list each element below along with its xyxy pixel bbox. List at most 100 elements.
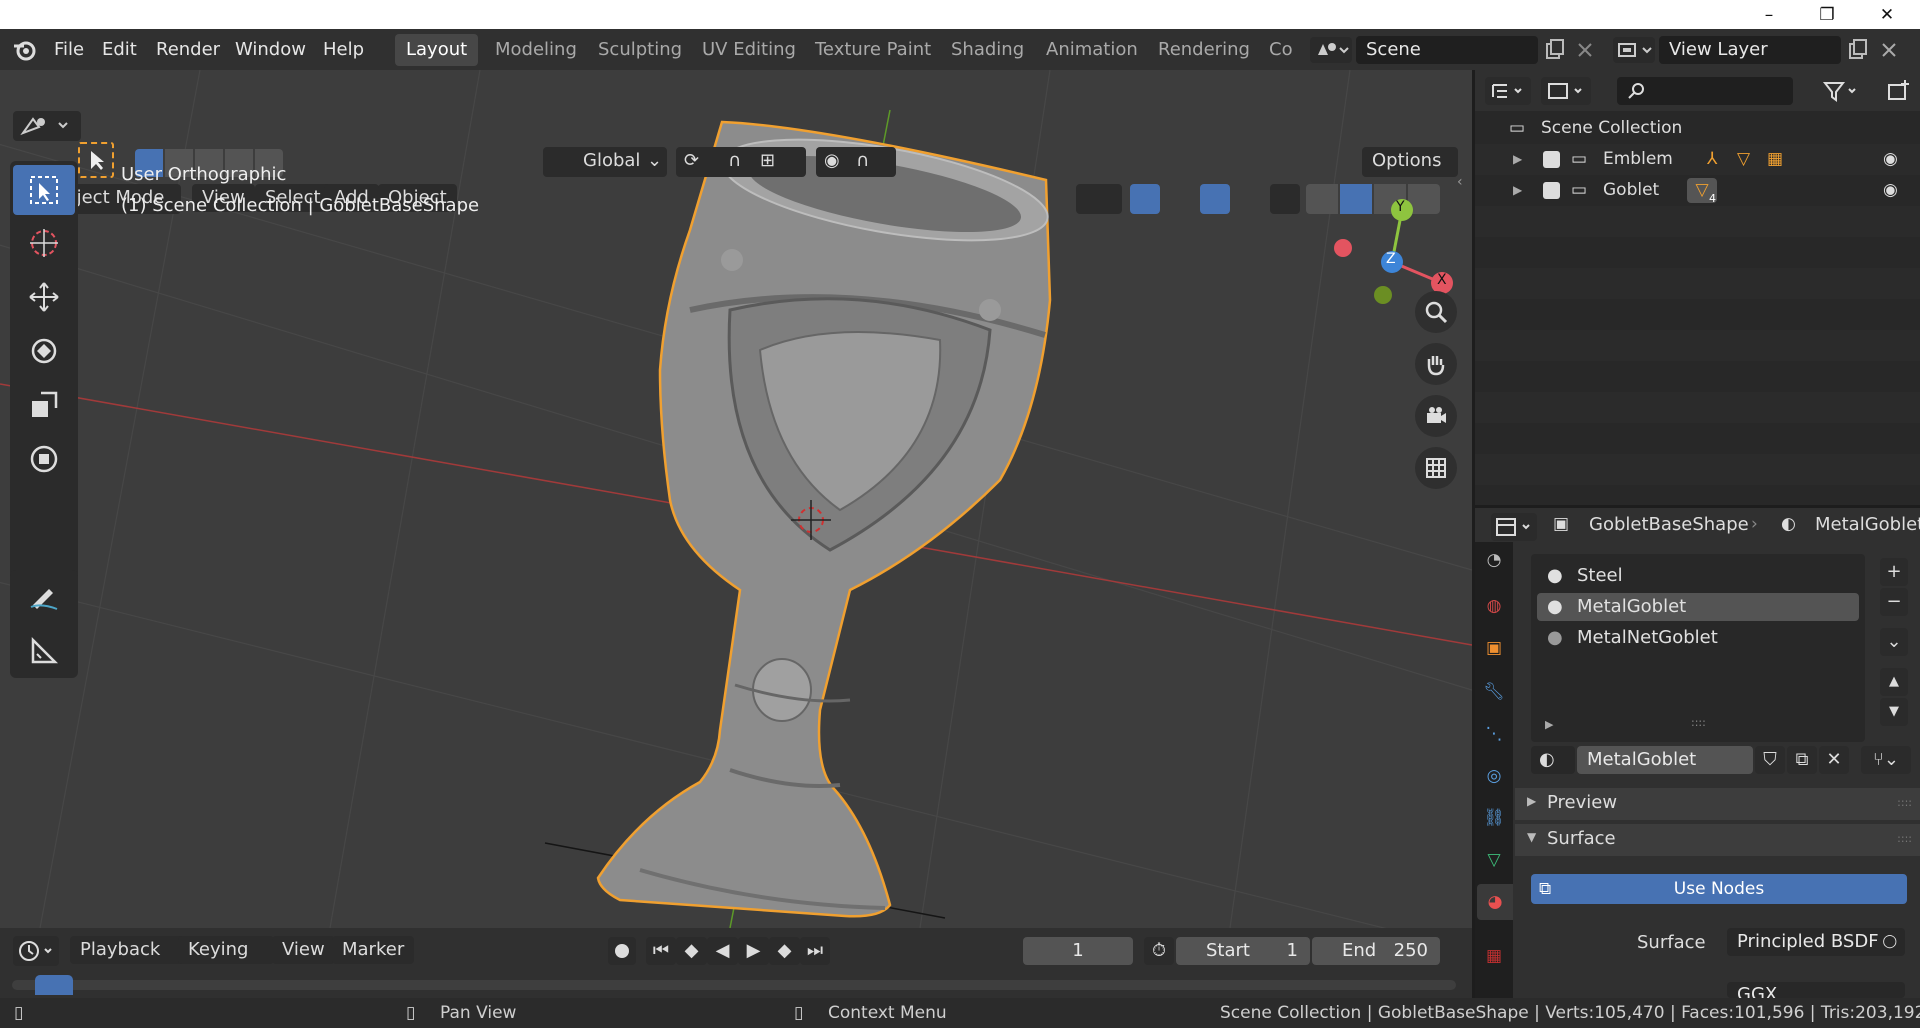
outliner-row-goblet[interactable]: ▶ ▭ Goblet ▽ 4 ◉ [1475,175,1920,206]
keying-menu[interactable]: Keying [178,936,275,964]
drag-handle-icon[interactable]: :::: [1897,796,1912,809]
camera-icon[interactable] [1415,395,1457,437]
tab-animation[interactable]: Animation [1035,34,1149,66]
scale-tool[interactable] [13,380,75,430]
add-slot-icon[interactable]: + [1880,558,1908,586]
view-layer-name-field[interactable]: View Layer [1659,36,1841,64]
checkbox-icon[interactable] [1543,182,1560,199]
material-browse-icon[interactable]: ◐ [1531,746,1575,774]
use-nodes-button[interactable]: ⧉ Use Nodes [1531,874,1907,904]
tab-uv-editing[interactable]: UV Editing [691,34,807,66]
duplicate-material-icon[interactable]: ⧉ [1787,746,1817,774]
zoom-icon[interactable] [1415,291,1457,333]
3d-viewport[interactable]: Global ⌄ ⟳ ∩ ⊞ ◉ ∩ Options ▣ Object Mode… [0,70,1472,928]
end-frame-field[interactable]: End 250 [1312,937,1440,965]
remove-slot-icon[interactable]: − [1880,588,1908,616]
material-name-field[interactable]: MetalGoblet [1577,746,1753,774]
material-slot-steel[interactable]: ● Steel [1537,562,1859,590]
scene-browse-button[interactable] [1310,37,1352,63]
maximize-button[interactable]: ❐ [1804,0,1850,29]
timeline-view-menu[interactable]: View [272,936,335,964]
scene-name-field[interactable]: Scene [1356,36,1538,64]
close-window-button[interactable]: ✕ [1864,0,1910,29]
playback-menu[interactable]: Playback [70,936,187,964]
prev-keyframe-icon[interactable]: ◆ [676,937,707,965]
select-tweak-icon[interactable] [78,142,114,178]
grid-view-icon[interactable] [1415,447,1457,489]
world-tab-icon[interactable]: ◍ [1479,588,1509,624]
select-box-tool[interactable] [13,165,75,215]
start-frame-field[interactable]: Start 1 [1176,937,1310,965]
minimize-button[interactable]: – [1746,0,1792,29]
pan-hand-icon[interactable] [1415,343,1457,385]
slot-specials-icon[interactable]: ⌄ [1880,628,1908,656]
checkbox-icon[interactable] [1543,151,1560,168]
editor-type-button[interactable] [13,111,81,141]
expand-arrow-icon[interactable]: ▶ [1545,718,1553,731]
outliner-row-emblem[interactable]: ▶ ▭ Emblem ⅄ ▽ ▦ ◉ [1475,144,1920,175]
filter-icon[interactable] [1819,77,1865,105]
display-mode-icon[interactable] [1541,77,1591,105]
fake-user-icon[interactable]: ⛉ [1755,746,1785,774]
delete-scene-icon[interactable] [1572,37,1598,63]
panel-preview[interactable]: ▶ Preview :::: [1515,788,1920,820]
properties-editor-type-icon[interactable] [1491,513,1537,541]
new-scene-icon[interactable] [1542,37,1568,63]
cursor-tool[interactable] [13,218,75,268]
gizmo-toggle-icon[interactable] [1130,184,1160,214]
menu-edit[interactable]: Edit [102,29,137,70]
jump-start-icon[interactable]: ⏮ [646,937,676,965]
delete-view-layer-icon[interactable] [1876,37,1902,63]
tab-sculpting[interactable]: Sculpting [587,34,693,66]
expand-arrow-icon[interactable]: ▶ [1513,175,1522,206]
navigation-gizmo[interactable]: Y Z X [1330,165,1470,305]
blender-logo-icon[interactable] [12,38,38,62]
tab-layout[interactable]: Layout [395,34,479,66]
xray-toggle-icon[interactable] [1270,184,1300,214]
play-icon[interactable]: ▶ [738,937,769,965]
distribution-dropdown[interactable]: GGX [1727,982,1905,998]
overlay-toggle-icon[interactable] [1200,184,1230,214]
new-view-layer-icon[interactable] [1845,37,1871,63]
eye-icon[interactable]: ◉ [1883,175,1898,206]
tab-texture-paint[interactable]: Texture Paint [804,34,942,66]
outliner-editor-type-icon[interactable] [1485,77,1531,105]
jump-end-icon[interactable]: ⏭ [800,937,830,965]
node-link-icon[interactable]: ⑂⌄ [1861,746,1911,774]
outliner-row-scene-collection[interactable]: ▭ Scene Collection [1475,113,1920,144]
render-tab-icon[interactable]: ◔ [1479,542,1509,578]
tab-compositing[interactable]: Co [1258,34,1294,66]
object-tab-icon[interactable]: ▣ [1479,630,1509,666]
menu-file[interactable]: File [54,29,84,70]
playhead[interactable] [35,975,73,995]
new-collection-icon[interactable] [1885,77,1915,105]
tab-rendering[interactable]: Rendering [1147,34,1261,66]
next-keyframe-icon[interactable]: ◆ [769,937,800,965]
play-reverse-icon[interactable]: ◀ [707,937,738,965]
unlink-material-icon[interactable]: ✕ [1819,746,1849,774]
menu-render[interactable]: Render [156,29,220,70]
panel-surface[interactable]: ▼ Surface :::: [1515,824,1920,856]
outliner-search-input[interactable] [1617,77,1793,105]
tab-modeling[interactable]: Modeling [484,34,588,66]
sidebar-toggle-icon[interactable]: ‹ [1457,174,1463,190]
drag-handle-icon[interactable]: :::: [1897,832,1912,845]
surface-shader-dropdown[interactable]: Principled BSDF ◯ [1727,928,1905,956]
menu-window[interactable]: Window [235,29,306,70]
goblet-mesh[interactable] [596,120,1055,918]
move-slot-down-icon[interactable]: ▼ [1880,698,1908,726]
resize-handle-icon[interactable]: :::: [1691,716,1706,729]
snapping-group[interactable]: ⟳ ∩ ⊞ [676,147,806,177]
view-layer-browse-button[interactable] [1613,37,1655,63]
move-slot-up-icon[interactable]: ▲ [1880,668,1908,696]
timeline-scrollbar[interactable] [12,980,1456,990]
visibility-icon[interactable] [1076,184,1122,214]
material-slot-metalgoblet[interactable]: ● MetalGoblet [1537,593,1859,621]
material-tab-icon[interactable]: ◕ [1477,884,1513,920]
transform-tool[interactable] [13,434,75,484]
record-button[interactable] [608,937,636,965]
timeline-editor-type-icon[interactable] [13,936,59,966]
eye-icon[interactable]: ◉ [1883,144,1898,175]
physics-tab-icon[interactable]: ◎ [1479,758,1509,794]
particles-tab-icon[interactable]: ⋱ [1479,716,1509,752]
